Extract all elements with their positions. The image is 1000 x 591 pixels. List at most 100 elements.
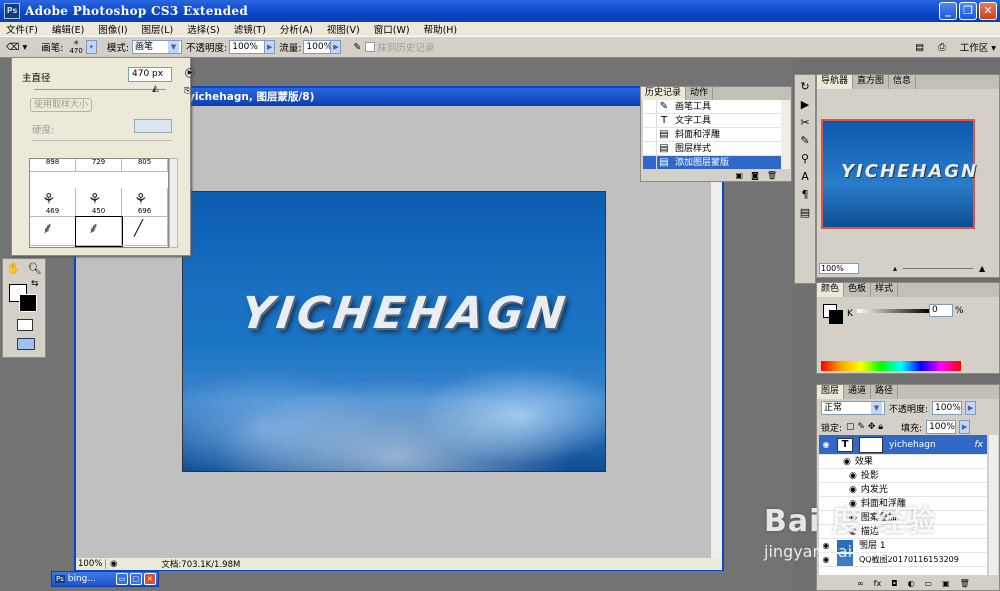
menu-filter[interactable]: 滤镜(T) [227,22,273,36]
link-layers-icon[interactable]: ∞ [857,579,864,588]
brush-thumb[interactable]: ⚘ 696 [122,188,168,217]
menu-analysis[interactable]: 分析(A) [273,22,320,36]
restore-doc-button[interactable]: ▭ [115,573,128,585]
layer-opacity-input[interactable]: 100% [932,401,963,415]
menu-view[interactable]: 视图(V) [320,22,367,36]
hardness-input[interactable] [134,119,172,133]
opacity-arrow[interactable]: ▶ [264,40,276,54]
history-item[interactable]: ▤ 斜面和浮雕 [643,127,783,142]
hand-tool-icon[interactable]: ✋ [7,262,21,275]
maximize-doc-button[interactable]: □ [129,573,142,585]
navigator-zoom-input[interactable]: 100% [819,263,859,274]
popup-menu-arrow-icon[interactable]: ▶ [185,68,195,78]
brush-grid-scrollbar[interactable] [169,158,178,248]
zoom-out-icon[interactable]: ▴ [893,264,897,273]
opacity-input[interactable]: 100% [229,40,266,54]
palette-well-icon[interactable]: ▤ [915,42,924,53]
menu-image[interactable]: 图像(I) [91,22,134,36]
visibility-eye-icon[interactable]: ◉ [819,438,833,452]
layer-mask-thumbnail[interactable] [859,436,883,453]
tab-channels[interactable]: 通道 [844,385,872,399]
brush-picker-arrow[interactable]: ▾ [85,40,97,54]
diameter-slider[interactable] [34,89,166,90]
k-slider[interactable] [857,309,929,313]
mode-select[interactable]: 画笔 ▼ [132,40,183,54]
brush-thumb[interactable]: ⚘ 450 [76,188,122,217]
erase-history-checkbox[interactable] [365,42,376,52]
trash-icon[interactable]: 🗑︎ [767,171,777,180]
tab-histogram[interactable]: 直方图 [853,75,890,89]
tab-history[interactable]: 历史记录 [641,87,687,100]
add-style-icon[interactable]: fx [874,579,882,588]
quick-mask-icon[interactable] [17,319,33,331]
brush-thumb[interactable]: 898 [30,159,76,172]
menu-file[interactable]: 文件(F) [0,22,45,36]
history-scrollbar[interactable] [781,100,790,169]
brush-thumb[interactable]: ⸙ [30,217,76,246]
effects-eye-icon[interactable]: ◉ [843,455,851,469]
menu-window[interactable]: 窗口(W) [367,22,417,36]
source-checkbox[interactable] [643,113,657,128]
layers-scrollbar[interactable] [989,435,998,575]
fx-icon[interactable]: fx [975,438,984,452]
brush-thumb[interactable]: ╱ [122,217,168,246]
background-color-swatch[interactable] [19,294,37,312]
delete-layer-icon[interactable]: 🗑︎ [960,579,970,588]
effect-eye-icon[interactable]: ◉ [849,469,857,483]
history-item[interactable]: T 文字工具 [643,113,783,128]
swap-colors-icon[interactable]: ⇆ [31,279,39,289]
zoom-tool-icon[interactable]: 🔍︎ [27,262,41,275]
source-checkbox[interactable] [643,127,657,142]
tab-swatches[interactable]: 色板 [844,283,872,297]
source-checkbox[interactable] [643,141,657,156]
lock-icons[interactable]: ▢ ✎ ✥ 🔒︎ [846,422,883,432]
k-input[interactable]: 0 [929,304,953,317]
menu-edit[interactable]: 编辑(E) [45,22,91,36]
workspace-menu[interactable]: 工作区 ▾ [960,40,996,54]
close-button[interactable]: ✕ [979,2,997,20]
menu-layer[interactable]: 图层(L) [135,22,181,36]
character-dock-icon[interactable]: A [801,170,809,183]
flow-input[interactable]: 100% [303,40,332,54]
new-document-icon[interactable]: ▣ [736,171,744,180]
effect-row[interactable]: ◉ 投影 [819,469,987,483]
fill-input[interactable]: 100% [926,420,957,434]
brush-thumb-selected[interactable]: ⸙ [75,216,123,247]
tab-navigator[interactable]: 导航器 [817,75,854,89]
zoom-in-icon[interactable]: ▲ [979,264,985,273]
close-doc-button[interactable]: ✕ [143,573,156,585]
brush-thumb[interactable]: 729 [76,159,122,172]
actions-dock-icon[interactable]: ▶ [801,98,809,111]
tab-color[interactable]: 颜色 [817,283,845,297]
layer-row-selected[interactable]: ◉ T yichehagn fx [819,435,987,455]
layer-comps-dock-icon[interactable]: ▤ [800,206,810,219]
effects-row[interactable]: ◉ 效果 [819,455,987,469]
reset-icon[interactable]: ⎘ [184,86,190,96]
artwork-image[interactable]: YICHEHAGN [182,191,606,472]
fill-arrow[interactable]: ▶ [959,420,971,434]
history-item[interactable]: ✎ 画笔工具 [643,100,783,114]
tool-presets-dock-icon[interactable]: ✂ [800,116,809,129]
menu-select[interactable]: 选择(S) [180,22,226,36]
history-dock-icon[interactable]: ↻ [800,80,809,93]
clone-source-dock-icon[interactable]: ⚲ [801,152,809,165]
effect-row[interactable]: ◉ 内发光 [819,483,987,497]
navigator-thumbnail[interactable]: YICHEHAGN [821,119,976,229]
source-checkbox[interactable] [643,100,657,114]
airbrush-icon[interactable]: ✎ [353,42,361,53]
tab-info[interactable]: 信息 [889,75,917,89]
color-ramp[interactable] [821,361,961,371]
tab-paths[interactable]: 路径 [871,385,899,399]
navigator-zoom-slider[interactable] [903,268,974,269]
brushes-dock-icon[interactable]: ✎ [800,134,809,147]
minimized-document[interactable]: Ps bing... ▭ □ ✕ [51,571,159,587]
paragraph-dock-icon[interactable]: ¶ [802,188,809,201]
screen-mode-icon[interactable] [17,338,35,350]
blend-mode-select[interactable]: 正常 ▼ [821,401,885,415]
brush-thumb[interactable]: ⚘ 469 [30,188,76,217]
add-mask-icon[interactable]: ◘ [891,579,897,588]
brush-thumb[interactable]: 805 [122,159,168,172]
slider-knob[interactable]: ◭ [152,84,159,94]
effect-eye-icon[interactable]: ◉ [849,483,857,497]
eraser-tool-icon[interactable]: ⌫ ▾ [6,42,27,53]
